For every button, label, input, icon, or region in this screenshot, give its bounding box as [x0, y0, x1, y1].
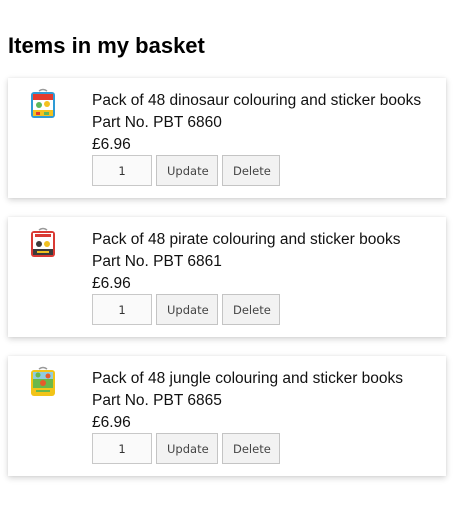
- item-price: £6.96: [92, 414, 131, 431]
- item-details: Pack of 48 jungle colouring and sticker …: [92, 368, 442, 434]
- update-button[interactable]: Update: [156, 433, 218, 464]
- product-name[interactable]: Pack of 48 jungle colouring and sticker …: [92, 368, 442, 390]
- item-price: £6.96: [92, 136, 131, 153]
- quantity-input[interactable]: [92, 155, 152, 186]
- product-name[interactable]: Pack of 48 pirate colouring and sticker …: [92, 229, 442, 251]
- part-number: Part No. PBT 6861: [92, 253, 222, 270]
- item-price: £6.96: [92, 275, 131, 292]
- delete-button[interactable]: Delete: [222, 155, 280, 186]
- item-actions: Update Delete: [92, 155, 280, 186]
- item-actions: Update Delete: [92, 294, 280, 325]
- jungle-book-thumbnail-icon[interactable]: [30, 366, 56, 398]
- basket-item: Pack of 48 dinosaur colouring and sticke…: [8, 78, 446, 198]
- basket-item-list: Pack of 48 dinosaur colouring and sticke…: [8, 78, 446, 495]
- basket-item: Pack of 48 jungle colouring and sticker …: [8, 356, 446, 476]
- part-number: Part No. PBT 6865: [92, 392, 222, 409]
- item-details: Pack of 48 pirate colouring and sticker …: [92, 229, 442, 295]
- update-button[interactable]: Update: [156, 294, 218, 325]
- update-button[interactable]: Update: [156, 155, 218, 186]
- part-number: Part No. PBT 6860: [92, 114, 222, 131]
- page-title: Items in my basket: [8, 33, 205, 58]
- dinosaur-book-thumbnail-icon[interactable]: [30, 88, 56, 120]
- delete-button[interactable]: Delete: [222, 294, 280, 325]
- quantity-input[interactable]: [92, 294, 152, 325]
- pirate-book-thumbnail-icon[interactable]: [30, 227, 56, 259]
- item-details: Pack of 48 dinosaur colouring and sticke…: [92, 90, 442, 156]
- delete-button[interactable]: Delete: [222, 433, 280, 464]
- basket-item: Pack of 48 pirate colouring and sticker …: [8, 217, 446, 337]
- item-actions: Update Delete: [92, 433, 280, 464]
- product-name[interactable]: Pack of 48 dinosaur colouring and sticke…: [92, 90, 442, 112]
- quantity-input[interactable]: [92, 433, 152, 464]
